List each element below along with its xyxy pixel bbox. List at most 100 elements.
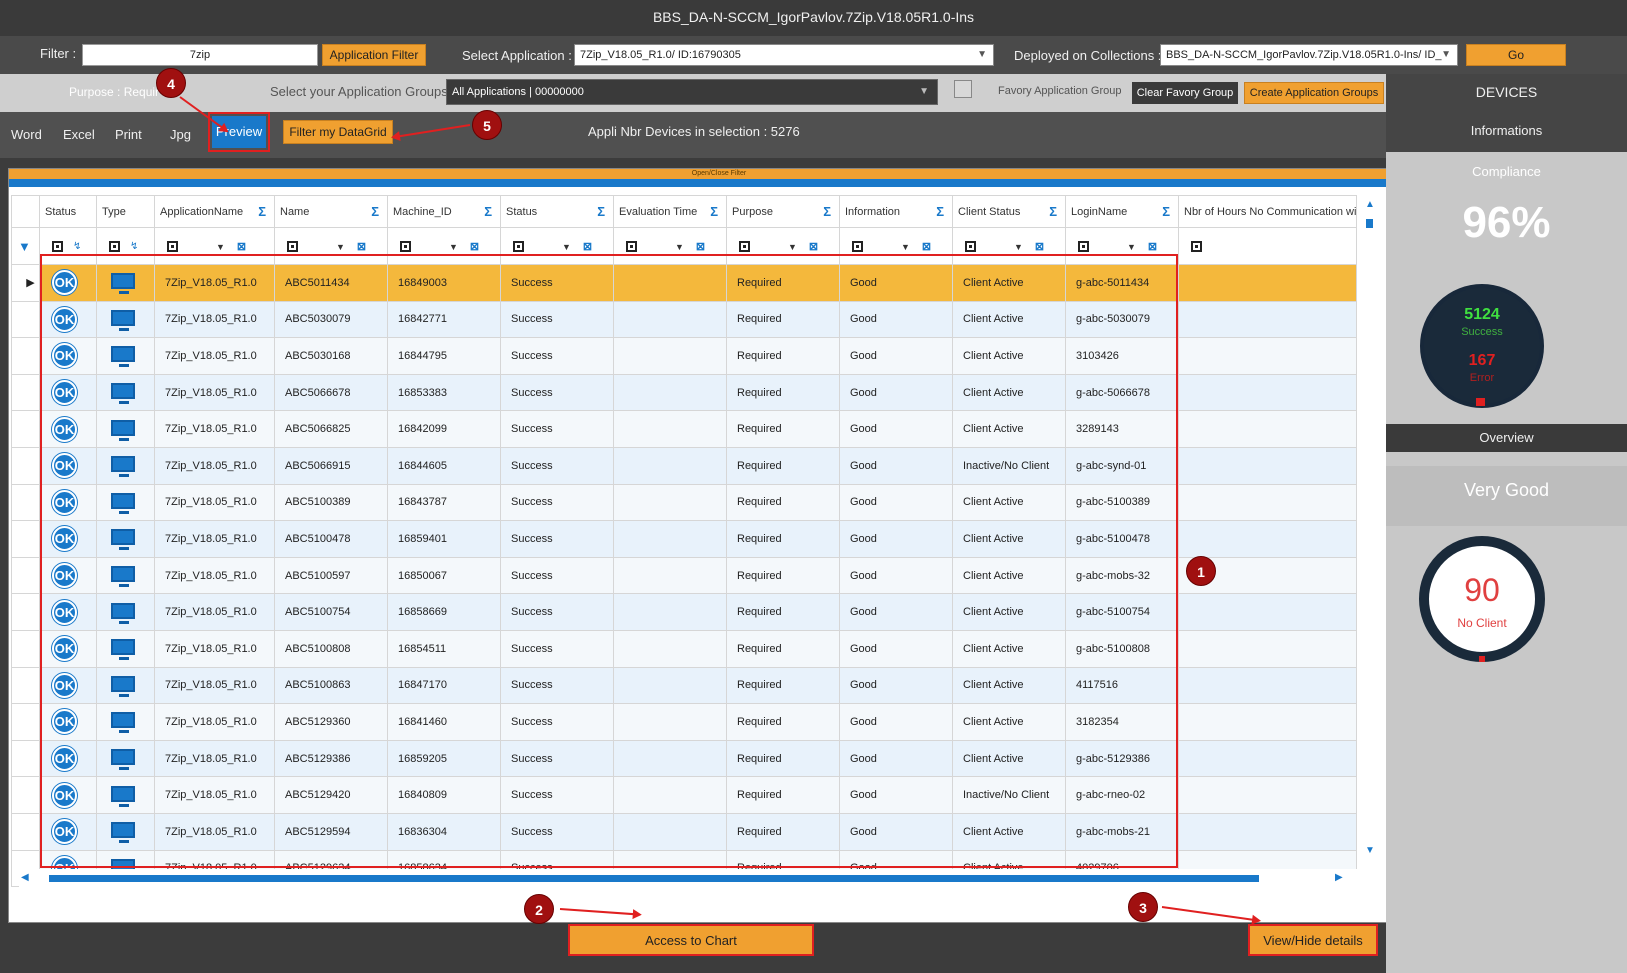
scroll-thumb[interactable] xyxy=(1366,219,1373,228)
scroll-left-icon[interactable]: ◀ xyxy=(21,872,29,883)
row-header[interactable]: ▶ xyxy=(11,264,40,302)
filter-operator-icon[interactable] xyxy=(739,241,750,253)
filter-operator-icon[interactable] xyxy=(52,241,63,253)
create-groups-button[interactable]: Create Application Groups xyxy=(1244,82,1384,104)
clear-favory-button[interactable]: Clear Favory Group xyxy=(1132,82,1238,104)
column-header-status[interactable]: Status Σ xyxy=(500,195,614,228)
scroll-down-icon[interactable]: ▼ xyxy=(1365,845,1375,856)
filter-operator-icon[interactable] xyxy=(400,241,411,253)
row-header[interactable] xyxy=(11,739,40,778)
chevron-down-icon[interactable]: ▼ xyxy=(562,242,571,252)
filter-input[interactable]: 7zip xyxy=(82,44,318,66)
clear-filter-icon[interactable]: ⊠ xyxy=(237,240,246,253)
filter-operator-icon[interactable] xyxy=(109,241,120,253)
table-row[interactable]: OK 7Zip_V18.05_R1.0 ABC5066825 16842099 Succ… xyxy=(11,410,1358,448)
filter-operator-icon[interactable] xyxy=(852,241,863,253)
row-header[interactable] xyxy=(11,483,40,522)
application-groups-combo[interactable]: All Applications | 00000000 ▼ xyxy=(446,79,938,105)
chevron-down-icon[interactable]: ▼ xyxy=(901,242,910,252)
column-header-purpose[interactable]: Purpose Σ xyxy=(726,195,840,228)
select-application-combo[interactable]: 7Zip_V18.05_R1.0/ ID:16790305 ▼ xyxy=(574,44,994,66)
sigma-icon[interactable]: Σ xyxy=(1162,204,1170,219)
column-header-information[interactable]: Information Σ xyxy=(839,195,953,228)
clear-filter-icon[interactable]: ⊠ xyxy=(922,240,931,253)
filter-datagrid-button[interactable]: Filter my DataGrid xyxy=(283,120,393,144)
table-row[interactable]: OK 7Zip_V18.05_R1.0 ABC5100754 16858669 Succ… xyxy=(11,593,1358,631)
row-header[interactable] xyxy=(11,666,40,705)
clear-filter-icon[interactable]: ⊠ xyxy=(470,240,479,253)
column-header-hours-no-communication[interactable]: Nbr of Hours No Communication wi xyxy=(1177,195,1358,228)
sigma-icon[interactable]: Σ xyxy=(371,204,379,219)
sigma-icon[interactable]: Σ xyxy=(258,204,266,219)
row-header[interactable] xyxy=(11,373,40,412)
informations-header[interactable]: Informations xyxy=(1386,110,1627,152)
deployed-collections-combo[interactable]: BBS_DA-N-SCCM_IgorPavlov.7Zip.V18.05R1.0… xyxy=(1160,44,1458,66)
filter-operator-icon[interactable] xyxy=(1078,241,1089,253)
table-row[interactable]: OK 7Zip_V18.05_R1.0 ABC5066915 16844605 Succ… xyxy=(11,446,1358,485)
row-header[interactable] xyxy=(11,300,40,339)
clear-filter-icon[interactable]: ⊠ xyxy=(696,240,705,253)
row-header[interactable] xyxy=(11,703,40,741)
chevron-down-icon[interactable]: ▼ xyxy=(216,242,225,252)
sigma-icon[interactable]: Σ xyxy=(936,204,944,219)
scroll-up-icon[interactable]: ▲ xyxy=(1365,199,1375,210)
sigma-icon[interactable]: Σ xyxy=(1049,204,1057,219)
table-row[interactable]: OK 7Zip_V18.05_R1.0 ABC5030079 16842771 Succ… xyxy=(11,300,1358,339)
print-button[interactable]: Print xyxy=(115,127,142,142)
column-header-machine-id[interactable]: Machine_ID Σ xyxy=(387,195,501,228)
chevron-down-icon[interactable]: ▼ xyxy=(788,242,797,252)
table-row[interactable]: OK 7Zip_V18.05_R1.0 ABC5129420 16840809 Succ… xyxy=(11,776,1358,814)
clear-filter-icon[interactable]: ⊠ xyxy=(809,240,818,253)
table-row[interactable]: OK 7Zip_V18.05_R1.0 ABC5100808 16854511 Succ… xyxy=(11,629,1358,668)
row-header[interactable] xyxy=(11,776,40,814)
clear-filter-icon[interactable]: ⊠ xyxy=(583,240,592,253)
table-row[interactable]: OK 7Zip_V18.05_R1.0 ABC5129594 16836304 Succ… xyxy=(11,812,1358,851)
table-row[interactable]: OK 7Zip_V18.05_R1.0 ABC5129386 16859205 Succ… xyxy=(11,739,1358,778)
clear-filter-icon[interactable]: ⊠ xyxy=(1035,240,1044,253)
open-close-filter-bar[interactable]: Open/Close Filter xyxy=(9,169,1429,179)
chevron-down-icon[interactable]: ▼ xyxy=(336,242,345,252)
sigma-icon[interactable]: Σ xyxy=(823,204,831,219)
chevron-down-icon[interactable]: ▼ xyxy=(1014,242,1023,252)
filter-operator-icon[interactable] xyxy=(626,241,637,253)
clear-filter-icon[interactable]: ↯ xyxy=(130,241,138,252)
row-header[interactable] xyxy=(11,410,40,448)
sigma-icon[interactable]: Σ xyxy=(710,204,718,219)
row-header[interactable] xyxy=(11,556,40,595)
column-header-evaluation-time[interactable]: Evaluation Time Σ xyxy=(613,195,727,228)
table-row[interactable]: OK 7Zip_V18.05_R1.0 ABC5100389 16843787 Succ… xyxy=(11,483,1358,522)
scroll-thumb[interactable] xyxy=(49,875,1259,882)
horizontal-scrollbar[interactable]: ◀ ▶ xyxy=(19,869,1379,889)
favory-checkbox[interactable] xyxy=(954,80,972,98)
row-header[interactable] xyxy=(11,812,40,851)
filter-operator-icon[interactable] xyxy=(287,241,298,253)
table-row[interactable]: OK 7Zip_V18.05_R1.0 ABC5129360 16841460 Succ… xyxy=(11,703,1358,741)
row-header[interactable] xyxy=(11,629,40,668)
filter-operator-icon[interactable] xyxy=(167,241,178,253)
table-row[interactable]: OK 7Zip_V18.05_R1.0 ABC5100597 16850067 Succ… xyxy=(11,556,1358,595)
chevron-down-icon[interactable]: ▼ xyxy=(1127,242,1136,252)
column-header[interactable]: Type xyxy=(96,195,155,228)
filter-operator-icon[interactable] xyxy=(1191,241,1202,253)
vertical-scrollbar[interactable]: ▲ ▼ xyxy=(1359,195,1381,877)
column-header[interactable]: Status xyxy=(39,195,97,228)
word-export-button[interactable]: Word xyxy=(11,127,42,142)
column-header-loginname[interactable]: LoginName Σ xyxy=(1065,195,1179,228)
column-header-name[interactable]: Name Σ xyxy=(274,195,388,228)
table-row[interactable]: OK 7Zip_V18.05_R1.0 ABC5030168 16844795 Succ… xyxy=(11,337,1358,375)
excel-export-button[interactable]: Excel xyxy=(63,127,95,142)
table-row[interactable]: OK 7Zip_V18.05_R1.0 ABC5100478 16859401 Succ… xyxy=(11,520,1358,558)
jpg-export-button[interactable]: Jpg xyxy=(170,127,191,142)
filter-operator-icon[interactable] xyxy=(513,241,524,253)
table-row[interactable]: OK 7Zip_V18.05_R1.0 ABC5100863 16847170 Succ… xyxy=(11,666,1358,705)
scroll-right-icon[interactable]: ▶ xyxy=(1335,872,1343,883)
chevron-down-icon[interactable]: ▼ xyxy=(449,242,458,252)
clear-filter-icon[interactable]: ⊠ xyxy=(357,240,366,253)
row-header[interactable] xyxy=(11,593,40,631)
application-filter-button[interactable]: Application Filter xyxy=(322,44,426,66)
row-header[interactable] xyxy=(11,337,40,375)
funnel-icon[interactable]: ▼ xyxy=(13,239,31,254)
row-header[interactable] xyxy=(11,520,40,558)
column-header-applicationname[interactable]: ApplicationName Σ xyxy=(154,195,275,228)
column-header-client-status[interactable]: Client Status Σ xyxy=(952,195,1066,228)
